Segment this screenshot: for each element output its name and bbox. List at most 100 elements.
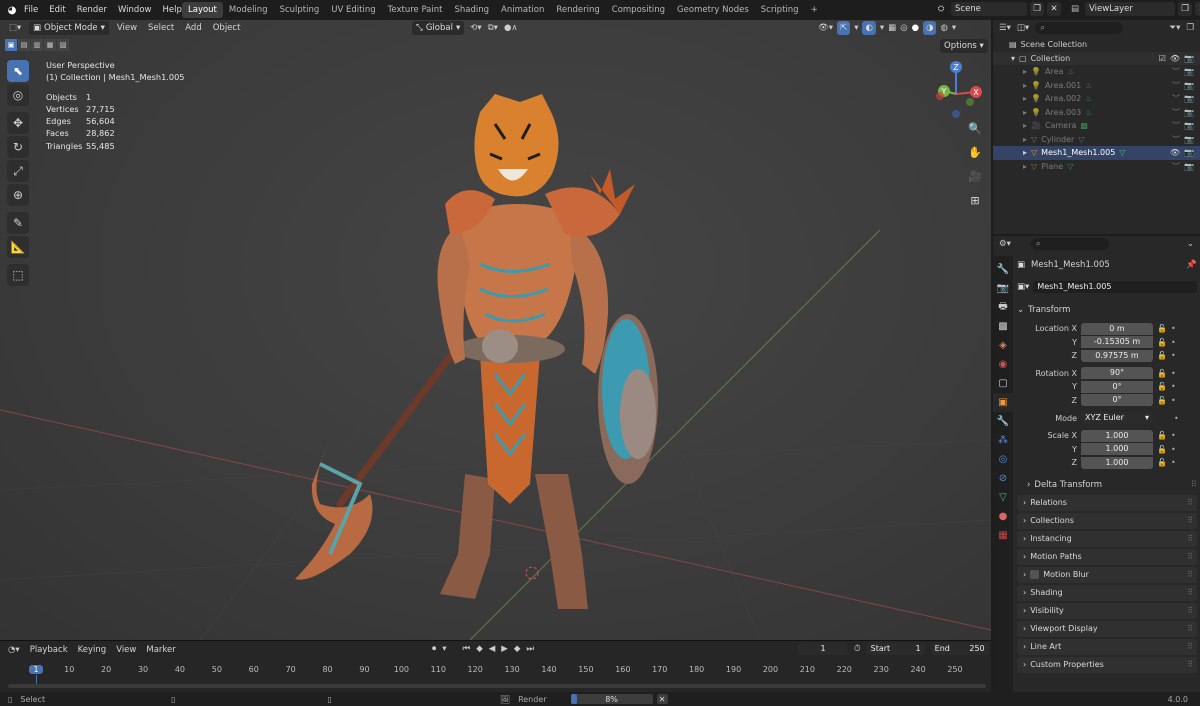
tab-shading[interactable]: Shading bbox=[448, 2, 495, 18]
outliner-row-area-001[interactable]: ▸ 💡 Area.001 ♨ ︶ 📷 bbox=[993, 79, 1200, 93]
location-x-field[interactable]: 0 m bbox=[1081, 322, 1153, 335]
camera-render-icon[interactable]: 📷 bbox=[1184, 94, 1200, 103]
vp-menu-add[interactable]: Add bbox=[182, 23, 204, 33]
panel-collections[interactable]: › Collections ⠿ bbox=[1017, 512, 1197, 529]
outliner-row-area[interactable]: ▸ 💡 Area ♨ ︶ 📷 bbox=[993, 65, 1200, 79]
material-shading-icon[interactable]: ◑ bbox=[923, 21, 937, 35]
outliner-row-mesh1[interactable]: ▸ ▽ Mesh1_Mesh1.005 ▽ 👁 📷 bbox=[993, 146, 1200, 160]
tiger-warrior-model[interactable] bbox=[290, 84, 680, 640]
menu-help[interactable]: Help bbox=[162, 5, 181, 15]
scale-x-field[interactable]: 1.000 bbox=[1081, 429, 1153, 442]
scale-z-field[interactable]: 1.000 bbox=[1081, 456, 1153, 469]
annotate-tool-icon[interactable]: ✎ bbox=[7, 212, 29, 234]
constraints-tab-icon[interactable]: ⊘ bbox=[993, 469, 1013, 488]
outliner-row-cylinder[interactable]: ▸ ▽ Cylinder ▽ ︶ 📷 bbox=[993, 133, 1200, 147]
camera-render-icon[interactable]: 📷 bbox=[1184, 135, 1200, 144]
keyframe-dot-icon[interactable]: • bbox=[1171, 338, 1176, 347]
camera-render-icon[interactable]: 📷 bbox=[1184, 108, 1200, 117]
physics-tab-icon[interactable]: ◎ bbox=[993, 450, 1013, 469]
select-tool-icon[interactable]: ⬉ bbox=[7, 60, 29, 82]
keyframe-dot-icon[interactable]: • bbox=[1171, 324, 1176, 333]
mode-selector[interactable]: ▣ Object Mode ▾ bbox=[29, 21, 109, 35]
keyframe-dot-icon[interactable]: • bbox=[1171, 445, 1176, 454]
pin-icon[interactable]: 📌 bbox=[1186, 260, 1197, 270]
tab-texture-paint[interactable]: Texture Paint bbox=[382, 2, 449, 18]
navigation-gizmo[interactable]: Z X Y bbox=[930, 58, 986, 120]
eye-hidden-icon[interactable]: ︶ bbox=[1172, 93, 1180, 104]
viewlayer-icon[interactable]: ▤ bbox=[1068, 2, 1082, 16]
filter-icon[interactable]: ⏷▾ bbox=[1169, 23, 1180, 33]
move-tool-icon[interactable]: ✥ bbox=[7, 112, 29, 134]
keyframe-dot-icon[interactable]: • bbox=[1171, 351, 1176, 360]
vp-menu-object[interactable]: Object bbox=[210, 23, 244, 33]
camera-view-icon[interactable]: 🎥 bbox=[965, 166, 985, 186]
shading-menu-icon[interactable]: ▾ bbox=[952, 23, 956, 33]
object-name-field[interactable]: Mesh1_Mesh1.005 bbox=[1033, 281, 1197, 293]
tab-uv-editing[interactable]: UV Editing bbox=[325, 2, 381, 18]
rendered-shading-icon[interactable]: ◍ bbox=[940, 23, 947, 33]
drag-handle-icon[interactable]: ⠿ bbox=[1191, 480, 1197, 490]
tab-sculpting[interactable]: Sculpting bbox=[274, 2, 326, 18]
material-tab-icon[interactable]: ● bbox=[993, 507, 1013, 526]
location-y-field[interactable]: -0.15305 m bbox=[1081, 336, 1153, 349]
drag-handle-icon[interactable]: ⠿ bbox=[1187, 606, 1197, 615]
new-collection-icon[interactable]: ❐ bbox=[1186, 23, 1194, 33]
rotate-tool-icon[interactable]: ↻ bbox=[7, 136, 29, 158]
drag-handle-icon[interactable]: ⠿ bbox=[1187, 534, 1197, 543]
camera-render-icon[interactable]: 📷 bbox=[1184, 121, 1200, 130]
visibility-icon[interactable]: 👁▾ bbox=[818, 23, 833, 33]
lock-icon[interactable]: 🔓 bbox=[1157, 324, 1167, 333]
object-data-icon[interactable]: ▣▾ bbox=[1017, 282, 1029, 292]
delete-scene-icon[interactable]: ✕ bbox=[1047, 2, 1061, 16]
panel-viewport-display[interactable]: › Viewport Display ⠿ bbox=[1017, 620, 1197, 637]
wireframe-shading-icon[interactable]: ◎ bbox=[900, 23, 907, 33]
drag-handle-icon[interactable]: ⠿ bbox=[1187, 552, 1197, 561]
camera-render-icon[interactable]: 📷 bbox=[1184, 162, 1200, 171]
drag-handle-icon[interactable]: ⠿ bbox=[1187, 498, 1197, 507]
lock-icon[interactable]: 🔓 bbox=[1157, 445, 1167, 454]
outliner-row-area-003[interactable]: ▸ 💡 Area.003 ♨ ︶ 📷 bbox=[993, 106, 1200, 120]
gizmo-toggle-icon[interactable]: ⇱ bbox=[837, 21, 851, 35]
tab-modeling[interactable]: Modeling bbox=[223, 2, 274, 18]
options-button[interactable]: Options ▾ bbox=[940, 39, 988, 53]
rotation-x-field[interactable]: 90° bbox=[1081, 367, 1153, 380]
rotation-mode-select[interactable]: XYZ Euler ▾ bbox=[1081, 412, 1153, 424]
measure-tool-icon[interactable]: 📐 bbox=[7, 236, 29, 258]
panel-motion-blur[interactable]: › Motion Blur ⠿ bbox=[1017, 566, 1197, 583]
overlay-menu-icon[interactable]: ▾ bbox=[880, 23, 884, 33]
tab-geometry-nodes[interactable]: Geometry Nodes bbox=[671, 2, 755, 18]
gizmo-menu-icon[interactable]: ▾ bbox=[854, 23, 858, 33]
outliner-row-area-002[interactable]: ▸ 💡 Area.002 ♨ ︶ 📷 bbox=[993, 92, 1200, 106]
properties-editor-icon[interactable]: ⚙▾ bbox=[999, 239, 1011, 249]
blender-logo-icon[interactable]: ◕ bbox=[6, 4, 18, 16]
transform-tool-icon[interactable]: ⊕ bbox=[7, 184, 29, 206]
camera-render-icon[interactable]: 📷 bbox=[1184, 54, 1200, 63]
new-scene-icon[interactable]: ❐ bbox=[1030, 2, 1044, 16]
modifier-tab-icon[interactable]: 🔧 bbox=[993, 412, 1013, 431]
checkbox-icon[interactable]: ☑ bbox=[1159, 54, 1166, 63]
tab-layout[interactable]: Layout bbox=[182, 2, 223, 18]
pivot-icon[interactable]: ⟲▾ bbox=[470, 23, 481, 33]
select-subtract-icon[interactable]: ▥ bbox=[31, 39, 43, 51]
keyframe-dot-icon[interactable]: • bbox=[1171, 369, 1176, 378]
add-cube-tool-icon[interactable]: ⬚ bbox=[7, 264, 29, 286]
view-layer-tab-icon[interactable]: ▩ bbox=[993, 317, 1013, 336]
add-workspace-icon[interactable]: + bbox=[805, 2, 824, 18]
outliner-row-plane[interactable]: ▸ ▽ Plane ▽ ︶ 📷 bbox=[993, 160, 1200, 174]
lock-icon[interactable]: 🔓 bbox=[1157, 369, 1167, 378]
overlay-toggle-icon[interactable]: ◐ bbox=[862, 21, 876, 35]
timeline-scrollbar[interactable] bbox=[8, 684, 986, 688]
properties-search-input[interactable]: ⌕ bbox=[1030, 238, 1109, 250]
texture-tab-icon[interactable]: ▦ bbox=[993, 526, 1013, 545]
panel-visibility[interactable]: › Visibility ⠿ bbox=[1017, 602, 1197, 619]
scale-y-field[interactable]: 1.000 bbox=[1081, 443, 1153, 456]
select-extend-icon[interactable]: ▤ bbox=[18, 39, 30, 51]
drag-handle-icon[interactable]: ⠿ bbox=[1187, 624, 1197, 633]
perspective-grid-icon[interactable]: ⊞ bbox=[965, 190, 985, 210]
world-tab-icon[interactable]: ◉ bbox=[993, 355, 1013, 374]
output-tab-icon[interactable]: 🖶 bbox=[993, 298, 1013, 317]
scene-field[interactable]: Scene bbox=[951, 2, 1027, 16]
eye-icon[interactable]: 👁 bbox=[1170, 54, 1180, 63]
object-tab-icon[interactable]: ▣ bbox=[993, 393, 1013, 412]
lock-icon[interactable]: 🔓 bbox=[1157, 351, 1167, 360]
